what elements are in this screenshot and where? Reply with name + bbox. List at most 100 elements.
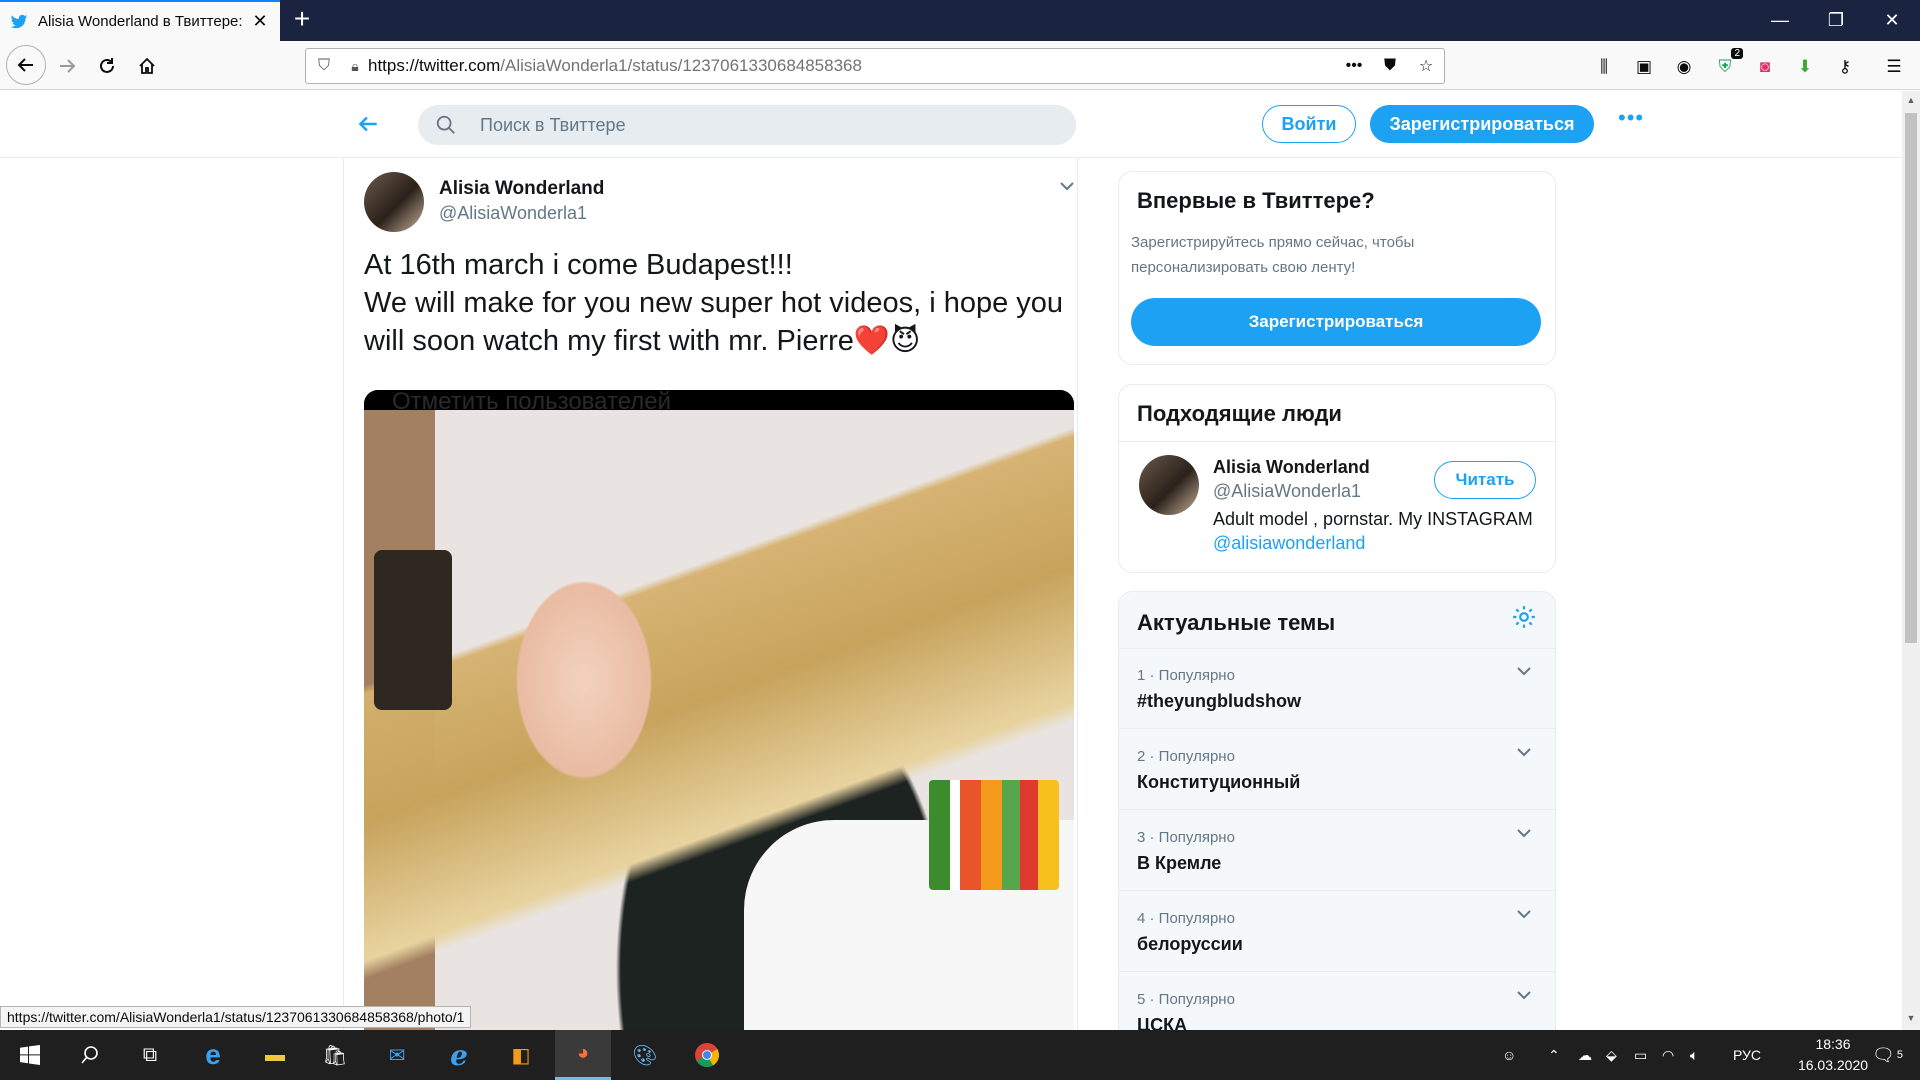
notification-count: 5 (1896, 1049, 1903, 1061)
trend-name: белоруссии (1137, 934, 1243, 954)
battery-icon[interactable]: ▭ (1634, 1030, 1647, 1080)
signup-cta-button[interactable]: Зарегистрироваться (1131, 298, 1541, 346)
trend-item[interactable]: 3 · Популярно В Кремле (1119, 811, 1555, 891)
page-actions-icon[interactable]: ••• (1336, 57, 1372, 75)
back-button[interactable] (6, 45, 46, 85)
chevron-down-icon[interactable] (1516, 663, 1532, 679)
login-button[interactable]: Войти (1262, 105, 1356, 143)
start-button[interactable] (2, 1030, 58, 1080)
bio-mention-link[interactable]: @alisiawonderland (1213, 533, 1365, 553)
close-window-button[interactable]: ✕ (1864, 0, 1920, 41)
restore-button[interactable]: ❐ (1808, 0, 1864, 41)
tracking-shield-icon[interactable]: ⛉ (306, 57, 342, 75)
follow-button[interactable]: Читать (1434, 461, 1536, 499)
trends-card: Актуальные темы 1 · Популярно #theyungbl… (1118, 591, 1556, 1030)
trend-name: ЦСКА (1137, 1015, 1188, 1030)
trend-item[interactable]: 5 · Популярно ЦСКА (1119, 973, 1555, 1030)
taskbar-chrome[interactable] (679, 1030, 735, 1080)
folder-icon: ▬ (265, 1043, 285, 1066)
author-handle[interactable]: @AlisiaWonderla1 (439, 203, 587, 224)
home-button[interactable] (130, 49, 164, 83)
trend-item[interactable]: 1 · Популярно #theyungbludshow (1119, 649, 1555, 729)
new-to-twitter-card: Впервые в Твиттере? Зарегистрируйтесь пр… (1118, 171, 1556, 365)
card-description: Зарегистрируйтесь прямо сейчас, чтобы пе… (1131, 234, 1415, 276)
bookmark-star-icon[interactable]: ☆ (1408, 56, 1444, 76)
mail-icon: ✉ (388, 1044, 406, 1067)
reload-button[interactable] (90, 49, 124, 83)
cloud-icon[interactable]: ☁ (1578, 1030, 1592, 1080)
clock[interactable]: 18:36 16.03.2020 (1793, 1034, 1873, 1076)
vpn-extension-icon[interactable]: ⛨ 2 (1713, 48, 1743, 78)
author-name[interactable]: Alisia Wonderland (439, 178, 604, 200)
avatar[interactable] (364, 172, 424, 232)
trend-meta: 4 · Популярно (1137, 910, 1235, 927)
tray-overflow-icon[interactable]: ⌃ (1548, 1030, 1560, 1080)
library-icon[interactable]: ⫼ (1592, 56, 1616, 78)
task-view-button[interactable]: ⧉ (122, 1030, 178, 1080)
new-tab-button[interactable]: + (287, 5, 317, 35)
avatar[interactable] (1139, 455, 1199, 515)
chevron-down-icon[interactable] (1059, 178, 1075, 194)
chevron-down-icon[interactable] (1516, 744, 1532, 760)
url-text[interactable]: https://twitter.com/AlisiaWonderla1/stat… (368, 56, 1336, 76)
people-icon[interactable]: ☺ (1502, 1030, 1516, 1080)
scroll-up-arrow-icon[interactable]: ▲ (1902, 95, 1920, 105)
chevron-down-icon[interactable] (1516, 825, 1532, 841)
address-bar[interactable]: ⛉ 🔒︎ https://twitter.com/AlisiaWonderla1… (305, 48, 1445, 84)
trend-item[interactable]: 4 · Популярно белоруссии (1119, 892, 1555, 972)
pocket-icon[interactable]: ⛊ (1372, 57, 1408, 75)
key-extension-icon[interactable]: ⚷ (1833, 56, 1857, 78)
taskbar-app[interactable]: ◧ (493, 1030, 549, 1080)
trend-meta: 1 · Популярно (1137, 667, 1235, 684)
dropbox-icon[interactable]: ⬙ (1606, 1030, 1617, 1080)
taskbar-firefox[interactable]: ◕ (555, 1030, 611, 1080)
clock-time: 18:36 (1815, 1036, 1851, 1052)
scrollbar-thumb[interactable] (1905, 113, 1917, 643)
person-handle[interactable]: @AlisiaWonderla1 (1213, 481, 1361, 502)
taskbar-ie[interactable]: ℯ (431, 1030, 487, 1080)
chevron-down-icon[interactable] (1516, 987, 1532, 1003)
search-input[interactable]: Поиск в Твиттере (418, 105, 1076, 145)
more-options-icon[interactable]: ••• (1618, 105, 1644, 131)
forward-button[interactable] (50, 49, 84, 83)
scroll-down-arrow-icon[interactable]: ▼ (1902, 1013, 1920, 1023)
account-icon[interactable]: ◉ (1672, 56, 1696, 78)
taskbar-paint[interactable]: 🎨︎ (617, 1030, 673, 1080)
person-name[interactable]: Alisia Wonderland (1213, 457, 1370, 478)
sidebar-icon[interactable]: ▣ (1632, 56, 1656, 78)
taskbar-mail[interactable]: ✉ (369, 1030, 425, 1080)
gear-icon[interactable] (1511, 604, 1537, 635)
notification-center-icon[interactable]: 🗨︎ 5 (1872, 1030, 1903, 1080)
search-button[interactable] (62, 1030, 118, 1080)
chrome-icon (695, 1043, 720, 1068)
tweet-emoji: ❤️😈 (853, 325, 921, 357)
taskbar-edge[interactable]: e (185, 1030, 241, 1080)
tweet-photo[interactable]: Отметить пользователей (364, 390, 1074, 1030)
back-arrow-icon[interactable] (355, 111, 381, 144)
card-title: Впервые в Твиттере? (1137, 188, 1375, 213)
taskbar-store[interactable]: 🛍︎ (307, 1030, 363, 1080)
tag-users-overlay[interactable]: Отметить пользователей (364, 390, 1074, 412)
signup-button[interactable]: Зарегистрироваться (1370, 105, 1594, 143)
app-icon: ◧ (511, 1044, 531, 1067)
card-title: Подходящие люди (1137, 401, 1342, 426)
twitter-bird-icon (10, 14, 28, 28)
page-scrollbar[interactable]: ▲ ▼ (1902, 91, 1920, 1030)
trend-item[interactable]: 2 · Популярно Конституционный (1119, 730, 1555, 810)
taskbar-explorer[interactable]: ▬ (247, 1030, 303, 1080)
person-bio-text: Adult model , pornstar. My INSTAGRAM (1213, 509, 1533, 529)
back-arrow-icon (17, 58, 33, 72)
tweet-text: At 16th march i come Budapest!!! We will… (364, 246, 1064, 360)
minimize-button[interactable]: — (1752, 0, 1808, 41)
tab-close-icon[interactable]: ✕ (250, 11, 270, 32)
language-indicator[interactable]: РУС (1733, 1030, 1761, 1080)
wifi-icon[interactable]: ◠ (1662, 1030, 1674, 1080)
chevron-down-icon[interactable] (1516, 906, 1532, 922)
download-extension-icon[interactable]: ⬇ (1793, 56, 1817, 78)
menu-icon[interactable]: ☰ (1882, 56, 1906, 78)
volume-icon[interactable]: 🔈︎ (1690, 1030, 1698, 1080)
browser-tab[interactable]: Alisia Wonderland в Твиттере: ✕ (0, 0, 280, 41)
instagram-extension-icon[interactable]: ◙ (1753, 56, 1777, 78)
lock-icon[interactable]: 🔒︎ (342, 58, 368, 75)
photo-phone-detail (374, 550, 452, 710)
